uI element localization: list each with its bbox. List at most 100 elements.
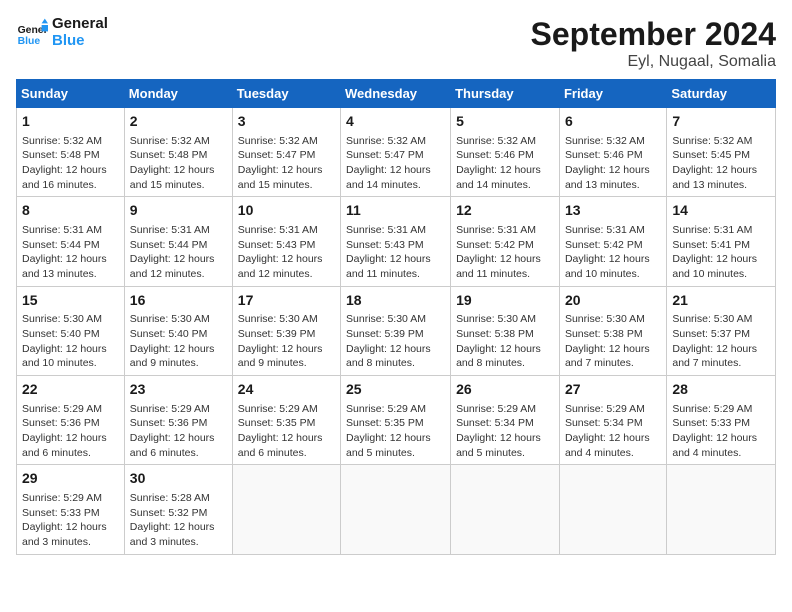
logo-line2: Blue — [52, 33, 108, 50]
calendar-week-row: 8Sunrise: 5:31 AMSunset: 5:44 PMDaylight… — [17, 197, 776, 286]
day-info-line: Sunset: 5:44 PM — [22, 238, 119, 253]
day-info-line: Daylight: 12 hours — [565, 342, 661, 357]
day-info-line: Sunset: 5:34 PM — [565, 416, 661, 431]
day-info-line: Sunset: 5:36 PM — [22, 416, 119, 431]
calendar-cell: 23Sunrise: 5:29 AMSunset: 5:36 PMDayligh… — [124, 376, 232, 465]
calendar-cell: 5Sunrise: 5:32 AMSunset: 5:46 PMDaylight… — [451, 108, 560, 197]
header-day: Tuesday — [232, 80, 340, 108]
day-info-line: Daylight: 12 hours — [22, 520, 119, 535]
day-number: 7 — [672, 112, 770, 132]
calendar-body: 1Sunrise: 5:32 AMSunset: 5:48 PMDaylight… — [17, 108, 776, 555]
day-info-line: and 10 minutes. — [672, 267, 770, 282]
day-info-line: Daylight: 12 hours — [22, 163, 119, 178]
day-info-line: Sunset: 5:41 PM — [672, 238, 770, 253]
day-info-line: Sunrise: 5:30 AM — [456, 312, 554, 327]
day-info-line: and 5 minutes. — [456, 446, 554, 461]
day-number: 22 — [22, 380, 119, 400]
day-info-line: Sunset: 5:38 PM — [565, 327, 661, 342]
calendar-cell: 13Sunrise: 5:31 AMSunset: 5:42 PMDayligh… — [559, 197, 666, 286]
day-info-line: and 8 minutes. — [456, 356, 554, 371]
day-info-line: Sunset: 5:44 PM — [130, 238, 227, 253]
day-info-line: Sunset: 5:46 PM — [565, 148, 661, 163]
day-info-line: Sunset: 5:35 PM — [238, 416, 335, 431]
day-info-line: and 13 minutes. — [565, 178, 661, 193]
day-info-line: Daylight: 12 hours — [346, 431, 445, 446]
day-number: 13 — [565, 201, 661, 221]
day-number: 28 — [672, 380, 770, 400]
calendar-cell — [232, 465, 340, 554]
day-info-line: Sunset: 5:42 PM — [565, 238, 661, 253]
day-info-line: Daylight: 12 hours — [346, 163, 445, 178]
calendar-cell: 26Sunrise: 5:29 AMSunset: 5:34 PMDayligh… — [451, 376, 560, 465]
day-info-line: Daylight: 12 hours — [672, 163, 770, 178]
day-info-line: Daylight: 12 hours — [565, 252, 661, 267]
day-info-line: Sunset: 5:48 PM — [130, 148, 227, 163]
day-info-line: Sunrise: 5:32 AM — [22, 134, 119, 149]
calendar-header: SundayMondayTuesdayWednesdayThursdayFrid… — [17, 80, 776, 108]
day-info-line: Sunrise: 5:32 AM — [456, 134, 554, 149]
day-info-line: and 3 minutes. — [22, 535, 119, 550]
day-info-line: Sunrise: 5:31 AM — [672, 223, 770, 238]
day-info-line: Sunrise: 5:29 AM — [22, 402, 119, 417]
calendar-table: SundayMondayTuesdayWednesdayThursdayFrid… — [16, 79, 776, 555]
day-info-line: Daylight: 12 hours — [238, 342, 335, 357]
day-info-line: Sunrise: 5:29 AM — [238, 402, 335, 417]
day-number: 3 — [238, 112, 335, 132]
calendar-cell: 3Sunrise: 5:32 AMSunset: 5:47 PMDaylight… — [232, 108, 340, 197]
calendar-cell: 22Sunrise: 5:29 AMSunset: 5:36 PMDayligh… — [17, 376, 125, 465]
day-number: 4 — [346, 112, 445, 132]
logo-icon: General Blue — [16, 17, 48, 49]
header-day: Monday — [124, 80, 232, 108]
day-info-line: and 11 minutes. — [456, 267, 554, 282]
day-number: 11 — [346, 201, 445, 221]
calendar-cell: 30Sunrise: 5:28 AMSunset: 5:32 PMDayligh… — [124, 465, 232, 554]
calendar-cell: 10Sunrise: 5:31 AMSunset: 5:43 PMDayligh… — [232, 197, 340, 286]
calendar-week-row: 1Sunrise: 5:32 AMSunset: 5:48 PMDaylight… — [17, 108, 776, 197]
day-number: 2 — [130, 112, 227, 132]
day-info-line: Sunset: 5:36 PM — [130, 416, 227, 431]
day-number: 30 — [130, 469, 227, 489]
day-info-line: Daylight: 12 hours — [238, 252, 335, 267]
day-info-line: Sunset: 5:40 PM — [130, 327, 227, 342]
day-number: 9 — [130, 201, 227, 221]
day-info-line: Daylight: 12 hours — [22, 252, 119, 267]
day-info-line: and 14 minutes. — [346, 178, 445, 193]
day-info-line: Sunrise: 5:29 AM — [130, 402, 227, 417]
calendar-cell: 18Sunrise: 5:30 AMSunset: 5:39 PMDayligh… — [341, 286, 451, 375]
day-info-line: Sunrise: 5:29 AM — [346, 402, 445, 417]
day-info-line: Daylight: 12 hours — [672, 252, 770, 267]
day-info-line: and 12 minutes. — [130, 267, 227, 282]
calendar-cell: 6Sunrise: 5:32 AMSunset: 5:46 PMDaylight… — [559, 108, 666, 197]
day-info-line: Sunrise: 5:30 AM — [672, 312, 770, 327]
day-info-line: and 9 minutes. — [238, 356, 335, 371]
calendar-week-row: 15Sunrise: 5:30 AMSunset: 5:40 PMDayligh… — [17, 286, 776, 375]
calendar-cell: 21Sunrise: 5:30 AMSunset: 5:37 PMDayligh… — [667, 286, 776, 375]
day-info-line: Daylight: 12 hours — [456, 163, 554, 178]
day-number: 26 — [456, 380, 554, 400]
day-info-line: Daylight: 12 hours — [130, 252, 227, 267]
day-number: 19 — [456, 291, 554, 311]
day-info-line: Sunrise: 5:31 AM — [22, 223, 119, 238]
day-info-line: Sunset: 5:43 PM — [238, 238, 335, 253]
day-info-line: Sunrise: 5:30 AM — [238, 312, 335, 327]
day-info-line: Sunset: 5:43 PM — [346, 238, 445, 253]
day-info-line: Sunrise: 5:32 AM — [346, 134, 445, 149]
day-info-line: and 6 minutes. — [130, 446, 227, 461]
calendar-title: September 2024 — [531, 16, 776, 53]
day-info-line: and 3 minutes. — [130, 535, 227, 550]
day-number: 29 — [22, 469, 119, 489]
day-number: 25 — [346, 380, 445, 400]
day-info-line: Sunset: 5:34 PM — [456, 416, 554, 431]
calendar-cell — [341, 465, 451, 554]
calendar-cell: 8Sunrise: 5:31 AMSunset: 5:44 PMDaylight… — [17, 197, 125, 286]
calendar-cell: 25Sunrise: 5:29 AMSunset: 5:35 PMDayligh… — [341, 376, 451, 465]
calendar-cell: 14Sunrise: 5:31 AMSunset: 5:41 PMDayligh… — [667, 197, 776, 286]
day-info-line: Sunrise: 5:28 AM — [130, 491, 227, 506]
calendar-subtitle: Eyl, Nugaal, Somalia — [531, 53, 776, 71]
day-info-line: Daylight: 12 hours — [346, 252, 445, 267]
header-row: SundayMondayTuesdayWednesdayThursdayFrid… — [17, 80, 776, 108]
day-info-line: and 10 minutes. — [565, 267, 661, 282]
day-info-line: Daylight: 12 hours — [238, 163, 335, 178]
calendar-cell: 29Sunrise: 5:29 AMSunset: 5:33 PMDayligh… — [17, 465, 125, 554]
calendar-cell: 4Sunrise: 5:32 AMSunset: 5:47 PMDaylight… — [341, 108, 451, 197]
